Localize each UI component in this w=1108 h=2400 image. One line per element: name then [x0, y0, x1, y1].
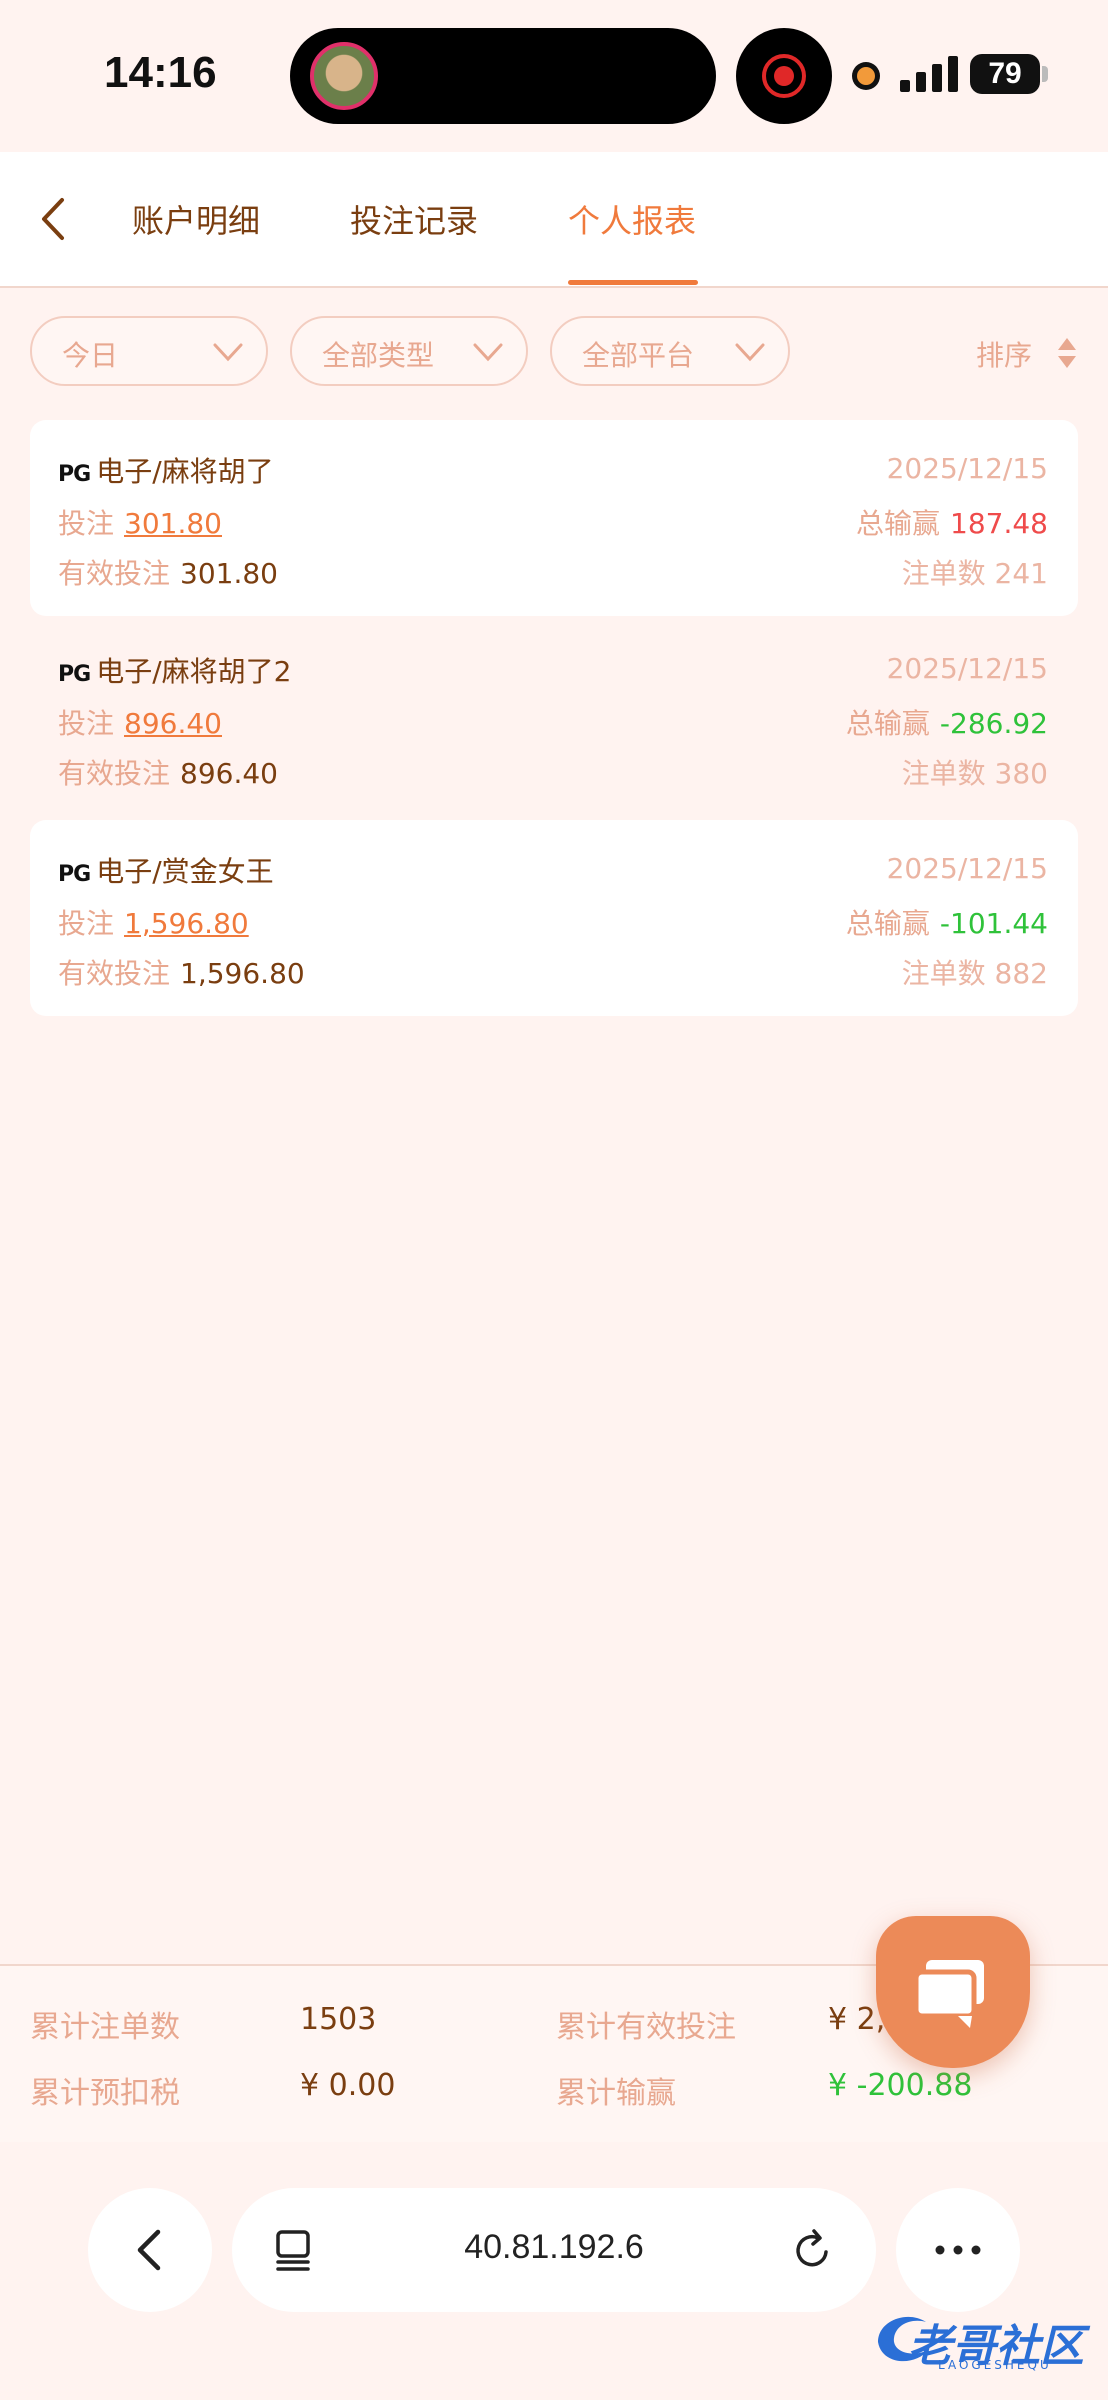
cumulative-count-label: 累计注单数 — [30, 2010, 180, 2045]
bet-count-value: 380 — [994, 757, 1048, 790]
valid-bet-value: 301.80 — [180, 557, 278, 590]
date-filter-label: 今日 — [62, 339, 119, 372]
avatar — [310, 42, 378, 110]
type-filter-label: 全部类型 — [322, 339, 435, 372]
tab-account-details[interactable]: 账户明细 — [132, 196, 260, 242]
status-bar: 14:16 79 — [0, 0, 1108, 152]
game-title: PG 电子/麻将胡了 — [58, 450, 274, 490]
more-options-button[interactable] — [896, 2188, 1020, 2312]
pg-logo-icon: PG — [58, 462, 91, 487]
bet-amount: 投注 301.80 — [58, 507, 222, 540]
game-name: 电子/麻将胡了 — [96, 455, 274, 488]
valid-bet: 有效投注 1,596.80 — [58, 957, 305, 990]
chevron-down-icon — [473, 343, 503, 362]
record-date: 2025/12/15 — [886, 452, 1048, 485]
recording-indicator — [736, 28, 832, 124]
chevron-left-icon — [137, 2229, 161, 2271]
back-arrow-icon[interactable] — [28, 192, 82, 246]
chat-bubbles-icon — [913, 1960, 984, 2028]
total-winloss: 总输赢 187.48 — [856, 507, 1048, 540]
bet-amount: 投注 1,596.80 — [58, 907, 249, 940]
dynamic-island — [290, 28, 716, 124]
report-card[interactable]: PG 电子/赏金女王 2025/12/15 投注 1,596.80 总输赢 -101.… — [30, 820, 1078, 1016]
cumulative-winloss-label: 累计输赢 — [556, 2076, 676, 2111]
pg-logo-icon: PG — [58, 862, 91, 887]
report-card[interactable]: PG 电子/麻将胡了2 2025/12/15 投注 896.40 总输赢 -286.9… — [30, 620, 1078, 816]
cumulative-count-value: 1503 — [300, 2002, 377, 2037]
type-filter-dropdown[interactable]: 全部类型 — [290, 316, 528, 386]
bet-count-value: 882 — [994, 957, 1048, 990]
bet-amount-link[interactable]: 301.80 — [124, 507, 222, 540]
battery-tip — [1042, 66, 1048, 82]
watermark-logo: 老哥社区 LAOGESHEQU — [868, 2302, 1096, 2372]
active-tab-indicator — [568, 280, 698, 285]
sort-button[interactable]: 排序 — [976, 334, 1032, 374]
bet-amount: 投注 896.40 — [58, 707, 222, 740]
bet-count: 注单数 380 — [901, 757, 1048, 790]
bet-count: 注单数 882 — [901, 957, 1048, 990]
chat-support-button[interactable] — [876, 1916, 1030, 2068]
valid-bet-value: 896.40 — [180, 757, 278, 790]
total-winloss-value: -286.92 — [939, 707, 1048, 740]
game-title: PG 电子/麻将胡了2 — [58, 650, 291, 690]
bet-count: 注单数 241 — [901, 557, 1048, 590]
pg-logo-icon: PG — [58, 662, 91, 687]
cumulative-winloss-value: ¥ -200.88 — [828, 2068, 973, 2103]
sort-icon[interactable] — [1056, 336, 1078, 370]
tab-bar: 账户明细 投注记录 个人报表 — [0, 152, 1108, 288]
valid-bet-value: 1,596.80 — [180, 957, 305, 990]
browser-back-button[interactable] — [88, 2188, 212, 2312]
game-name: 电子/麻将胡了2 — [96, 655, 292, 688]
cumulative-valid-bet-label: 累计有效投注 — [556, 2010, 736, 2045]
more-dots-icon — [935, 2245, 981, 2255]
watermark-subtext: LAOGESHEQU — [938, 2358, 1052, 2372]
clock: 14:16 — [104, 48, 217, 97]
url-text[interactable]: 40.81.192.6 — [232, 2228, 876, 2267]
chevron-down-icon — [735, 343, 765, 362]
bet-amount-link[interactable]: 896.40 — [124, 707, 222, 740]
platform-filter-dropdown[interactable]: 全部平台 — [550, 316, 790, 386]
total-winloss: 总输赢 -286.92 — [845, 707, 1048, 740]
bet-amount-link[interactable]: 1,596.80 — [124, 907, 249, 940]
signal-icon — [900, 56, 960, 92]
record-icon — [762, 54, 806, 98]
game-title: PG 电子/赏金女王 — [58, 850, 274, 890]
valid-bet: 有效投注 301.80 — [58, 557, 278, 590]
report-card[interactable]: PG 电子/麻将胡了 2025/12/15 投注 301.80 总输赢 187.48 … — [30, 420, 1078, 616]
valid-bet: 有效投注 896.40 — [58, 757, 278, 790]
total-winloss-value: 187.48 — [950, 507, 1048, 540]
total-winloss: 总输赢 -101.44 — [845, 907, 1048, 940]
address-bar[interactable]: 40.81.192.6 — [232, 2188, 876, 2312]
privacy-indicator-icon — [852, 62, 880, 90]
game-name: 电子/赏金女王 — [96, 855, 274, 888]
date-filter-dropdown[interactable]: 今日 — [30, 316, 268, 386]
record-date: 2025/12/15 — [886, 852, 1048, 885]
platform-filter-label: 全部平台 — [582, 339, 695, 372]
reload-icon[interactable] — [788, 2226, 836, 2274]
battery-icon: 79 — [970, 54, 1040, 94]
cumulative-tax-label: 累计预扣税 — [30, 2076, 180, 2111]
cumulative-tax-value: ¥ 0.00 — [300, 2068, 396, 2103]
bet-count-value: 241 — [994, 557, 1048, 590]
chevron-down-icon — [213, 343, 243, 362]
total-winloss-value: -101.44 — [939, 907, 1048, 940]
tab-personal-report[interactable]: 个人报表 — [568, 196, 696, 242]
record-date: 2025/12/15 — [886, 652, 1048, 685]
tab-bet-records[interactable]: 投注记录 — [350, 196, 478, 242]
